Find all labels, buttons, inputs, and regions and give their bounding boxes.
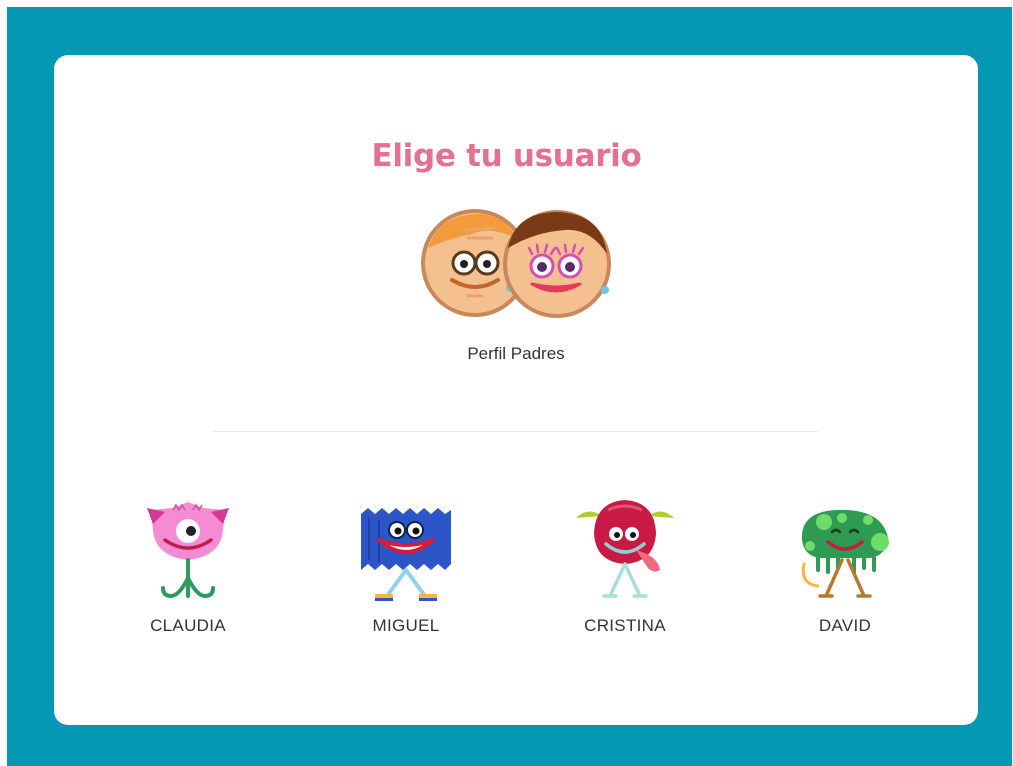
parent-profile-button[interactable] <box>420 208 612 320</box>
parent-profile-label: Perfil Padres <box>467 344 565 363</box>
pink-monster-icon <box>147 502 229 598</box>
user-name-label: CLAUDIA <box>150 616 226 635</box>
green-monster-icon <box>801 509 889 598</box>
user-name-label: CRISTINA <box>584 616 666 635</box>
user-david-button[interactable]: DAVID <box>765 498 925 648</box>
page-title: Elige tu usuario <box>371 138 642 174</box>
user-claudia-button[interactable]: CLAUDIA <box>108 498 268 648</box>
user-name-label: MIGUEL <box>372 616 440 635</box>
user-name-label: DAVID <box>818 616 872 635</box>
user-miguel-button[interactable]: MIGUEL <box>326 498 486 648</box>
blue-monster-icon <box>361 508 451 601</box>
red-monster-icon <box>576 500 674 598</box>
parents-faces-icon <box>421 209 611 318</box>
section-divider <box>213 431 818 432</box>
user-cristina-button[interactable]: CRISTINA <box>545 498 705 648</box>
